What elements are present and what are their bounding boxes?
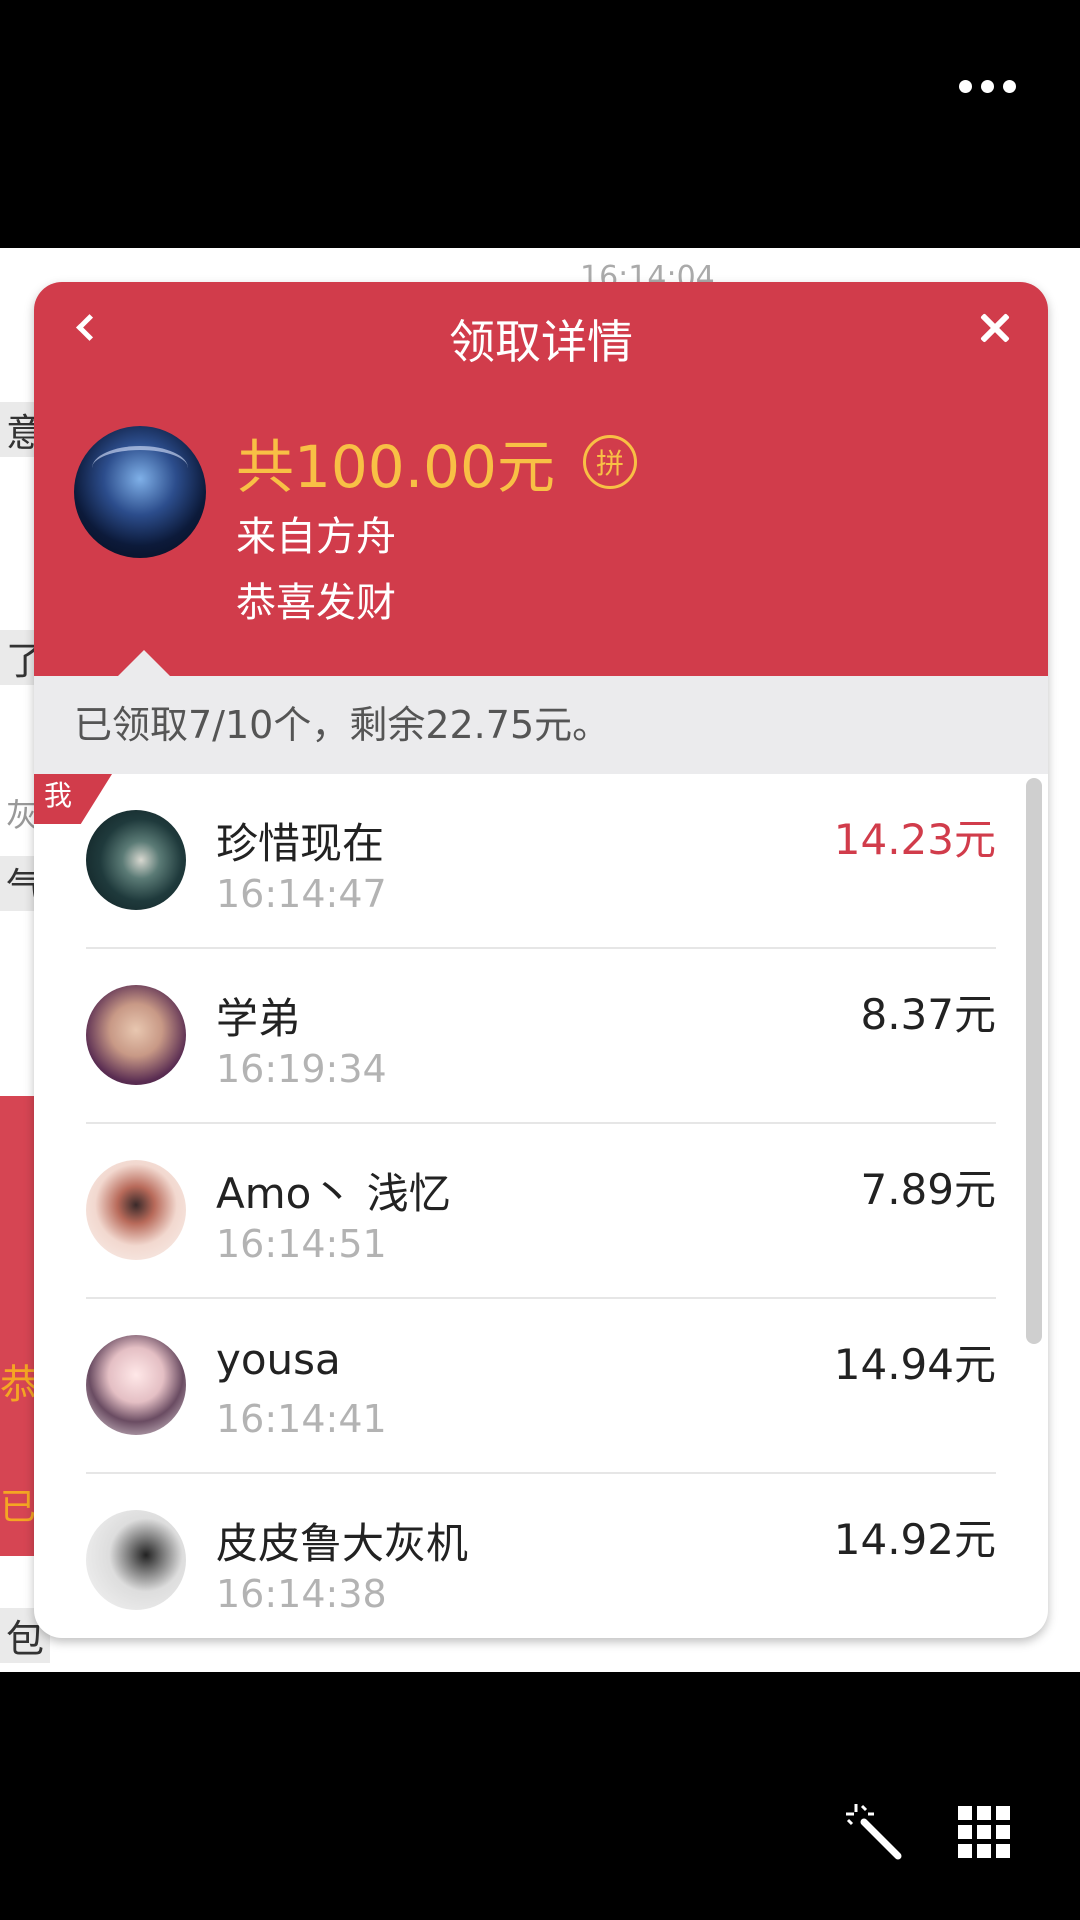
- top-bar: [0, 0, 1080, 248]
- receiver-list[interactable]: 珍惜现在 16:14:47 14.23元 学弟 16:19:34 8.37元 A…: [34, 774, 1048, 1638]
- total-amount: 共100.00元 拼: [236, 420, 637, 504]
- receive-time: 16:14:51: [216, 1222, 387, 1266]
- receiver-name: Amo丶 浅忆: [216, 1169, 451, 1218]
- pointer-arrow: [118, 650, 170, 676]
- receive-amount: 8.37元: [860, 990, 996, 1039]
- receive-amount: 7.89元: [860, 1165, 996, 1214]
- scrollbar[interactable]: [1026, 778, 1042, 1344]
- grid-menu-icon[interactable]: [958, 1806, 1010, 1858]
- avatar: [86, 985, 186, 1085]
- list-item[interactable]: 珍惜现在 16:14:47 14.23元: [34, 774, 1048, 949]
- receiver-name: 珍惜现在: [216, 819, 385, 868]
- blessing-message: 恭喜发财: [236, 580, 396, 626]
- red-packet-detail-card: 领取详情 共100.00元 拼 来自方舟 恭喜发财 已领取7/10个，剩余22.…: [34, 282, 1048, 1638]
- page-title: 领取详情: [449, 315, 633, 369]
- card-header: 领取详情 共100.00元 拼 来自方舟 恭喜发财: [34, 282, 1048, 676]
- receiver-name: 学弟: [216, 994, 301, 1043]
- bottom-bar: [0, 1672, 1080, 1920]
- sender-avatar: [74, 426, 206, 558]
- receive-amount: 14.92元: [833, 1515, 996, 1564]
- list-item[interactable]: Amo丶 浅忆 16:14:51 7.89元: [34, 1124, 1048, 1299]
- claim-summary: 已领取7/10个，剩余22.75元。: [34, 676, 1048, 774]
- avatar: [86, 1160, 186, 1260]
- receiver-name: yousa: [216, 1335, 341, 1384]
- receiver-name: 皮皮鲁大灰机: [216, 1519, 469, 1568]
- list-item[interactable]: 皮皮鲁大灰机 16:14:38 14.92元: [34, 1474, 1048, 1638]
- more-options-icon[interactable]: [959, 80, 1016, 93]
- receive-amount: 14.23元: [833, 815, 996, 864]
- receive-time: 16:19:34: [216, 1047, 387, 1091]
- list-item[interactable]: yousa 16:14:41 14.94元: [34, 1299, 1048, 1474]
- receive-time: 16:14:47: [216, 872, 387, 916]
- avatar: [86, 1510, 186, 1610]
- close-icon[interactable]: [970, 304, 1020, 354]
- receive-time: 16:14:41: [216, 1397, 387, 1441]
- magic-wand-icon[interactable]: [842, 1800, 906, 1864]
- sender-label: 来自方舟: [236, 514, 396, 560]
- receive-amount: 14.94元: [833, 1340, 996, 1389]
- avatar: [86, 1335, 186, 1435]
- red-packet-text: 已: [0, 1487, 37, 1528]
- list-item[interactable]: 学弟 16:19:34 8.37元: [34, 949, 1048, 1124]
- receive-time: 16:14:38: [216, 1572, 387, 1616]
- pin-badge-icon: 拼: [582, 435, 637, 489]
- total-amount-text: 共100.00元: [236, 433, 555, 501]
- avatar: [86, 810, 186, 910]
